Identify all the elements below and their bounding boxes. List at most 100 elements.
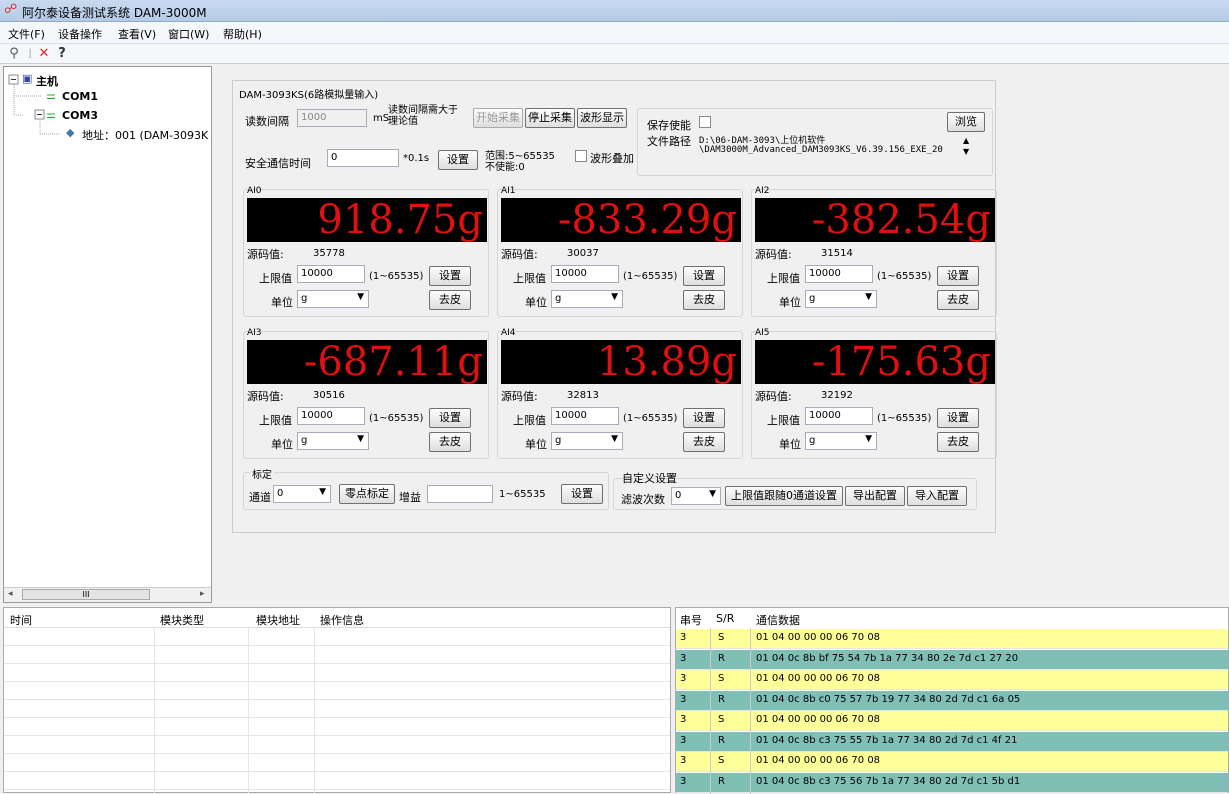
export-config-button[interactable]: 导出配置 xyxy=(845,486,905,506)
menu-device[interactable]: 设备操作 xyxy=(58,26,102,42)
comm-cell-id: 3 xyxy=(680,734,687,746)
channel-value-display: -833.29g xyxy=(501,198,741,242)
menu-help[interactable]: 帮助(H) xyxy=(223,26,262,42)
calib-channel-select[interactable]: 0 ▼ xyxy=(273,485,331,503)
log-row[interactable] xyxy=(4,772,670,790)
comm-cell-id: 3 xyxy=(680,714,687,725)
channel-name: AI1 xyxy=(501,186,516,196)
limit-set-button[interactable]: 设置 xyxy=(937,266,979,286)
log-row[interactable] xyxy=(4,682,670,700)
limit-set-button[interactable]: 设置 xyxy=(429,266,471,286)
comm-col-sr[interactable]: S/R xyxy=(716,612,734,625)
limit-input[interactable]: 10000 xyxy=(805,407,873,425)
zero-calib-button[interactable]: 零点标定 xyxy=(339,484,395,504)
scroll-left-icon[interactable]: ◂ xyxy=(8,589,13,599)
comm-cell-data: 01 04 0c 8b c0 75 57 7b 19 77 34 80 2d 7… xyxy=(756,693,1021,705)
comm-row[interactable]: 3 R 01 04 0c 8b c3 75 56 7b 1a 77 34 80 2d… xyxy=(676,772,1228,793)
limit-set-button[interactable]: 设置 xyxy=(937,408,979,428)
log-col-time[interactable]: 时间 xyxy=(10,612,32,628)
log-col-module-type[interactable]: 模块类型 xyxy=(160,612,204,628)
limit-set-button[interactable]: 设置 xyxy=(429,408,471,428)
scroll-right-icon[interactable]: ▸ xyxy=(200,589,205,599)
help-icon[interactable]: ? xyxy=(54,46,70,62)
import-config-button[interactable]: 导入配置 xyxy=(907,486,967,506)
unit-select[interactable]: g ▼ xyxy=(805,432,877,450)
comm-col-id[interactable]: 串号 xyxy=(680,612,702,628)
raw-value: 30516 xyxy=(313,390,345,401)
comm-row[interactable]: 3 S 01 04 00 00 00 06 70 08 xyxy=(676,711,1228,731)
save-enable-checkbox[interactable] xyxy=(699,116,711,128)
comm-cell-sr: S xyxy=(718,632,725,643)
raw-label: 源码值: xyxy=(755,248,792,261)
limit-input[interactable]: 10000 xyxy=(297,407,365,425)
log-row[interactable] xyxy=(4,700,670,718)
comm-row[interactable]: 3 S 01 04 00 00 00 06 70 08 xyxy=(676,670,1228,690)
unit-select[interactable]: g ▼ xyxy=(551,432,623,450)
tare-button[interactable]: 去皮 xyxy=(429,290,471,310)
limit-set-button[interactable]: 设置 xyxy=(683,408,725,428)
filter-select[interactable]: 0 ▼ xyxy=(671,487,721,505)
log-col-divider xyxy=(314,628,315,794)
tare-button[interactable]: 去皮 xyxy=(937,290,979,310)
limit-input[interactable]: 10000 xyxy=(551,407,619,425)
scroll-thumb[interactable]: III xyxy=(22,589,150,600)
wave-overlay-checkbox[interactable] xyxy=(575,150,587,162)
log-row[interactable] xyxy=(4,664,670,682)
comm-row[interactable]: 3 S 01 04 00 00 00 06 70 08 xyxy=(676,752,1228,772)
device-title: DAM-3093KS(6路模拟量输入) xyxy=(239,90,379,101)
limit-input[interactable]: 10000 xyxy=(297,265,365,283)
safe-time-set-button[interactable]: 设置 xyxy=(438,150,478,170)
tare-button[interactable]: 去皮 xyxy=(429,432,471,452)
limit-input[interactable]: 10000 xyxy=(551,265,619,283)
close-icon[interactable]: ✕ xyxy=(36,46,52,62)
comm-col-divider xyxy=(710,628,711,794)
search-icon[interactable]: ⚲ xyxy=(6,46,22,62)
calib-set-button[interactable]: 设置 xyxy=(561,484,603,504)
comm-col-data[interactable]: 通信数据 xyxy=(756,612,800,628)
tree-node-com3[interactable]: COM3 xyxy=(62,109,98,122)
app-icon: ☍ xyxy=(4,2,18,17)
unit-select[interactable]: g ▼ xyxy=(805,290,877,308)
unit-value: g xyxy=(301,293,308,304)
limit-input[interactable]: 10000 xyxy=(805,265,873,283)
path-scroll-down-icon[interactable]: ▼ xyxy=(963,147,969,156)
menu-view[interactable]: 查看(V) xyxy=(118,26,156,42)
read-interval-input[interactable]: 1000 xyxy=(297,109,367,127)
menu-window[interactable]: 窗口(W) xyxy=(168,26,209,42)
follow-ch0-button[interactable]: 上限值跟随0通道设置 xyxy=(725,486,843,506)
path-scroll-up-icon[interactable]: ▲ xyxy=(963,136,969,145)
comm-row[interactable]: 3 S 01 04 00 00 00 06 70 08 xyxy=(676,629,1228,649)
unit-label: 单位 xyxy=(525,296,547,309)
gain-input[interactable] xyxy=(427,485,493,503)
tree-lines xyxy=(8,74,60,135)
comm-row[interactable]: 3 R 01 04 0c 8b c3 75 55 7b 1a 77 34 80 2d… xyxy=(676,731,1228,752)
log-row[interactable] xyxy=(4,628,670,646)
tare-button[interactable]: 去皮 xyxy=(683,290,725,310)
log-row[interactable] xyxy=(4,646,670,664)
tree-node-address[interactable]: 地址：001 (DAM-3093K xyxy=(82,127,208,143)
log-col-module-addr[interactable]: 模块地址 xyxy=(256,612,300,628)
comm-row[interactable]: 3 R 01 04 0c 8b c0 75 57 7b 19 77 34 80 2d… xyxy=(676,690,1228,711)
unit-select[interactable]: g ▼ xyxy=(551,290,623,308)
tare-button[interactable]: 去皮 xyxy=(937,432,979,452)
tree-node-com1[interactable]: COM1 xyxy=(62,90,98,103)
unit-select[interactable]: g ▼ xyxy=(297,290,369,308)
log-row[interactable] xyxy=(4,736,670,754)
limit-set-button[interactable]: 设置 xyxy=(683,266,725,286)
comm-cell-id: 3 xyxy=(680,775,687,787)
unit-value: g xyxy=(555,293,562,304)
stop-capture-button[interactable]: 停止采集 xyxy=(525,108,575,128)
log-row[interactable] xyxy=(4,718,670,736)
tree-node-host[interactable]: 主机 xyxy=(36,73,58,89)
comm-row[interactable]: 3 R 01 04 0c 8b bf 75 54 7b 1a 77 34 80 2e… xyxy=(676,649,1228,670)
safe-time-input[interactable]: 0 xyxy=(327,149,399,167)
start-capture-button[interactable]: 开始采集 xyxy=(473,108,523,128)
log-row[interactable] xyxy=(4,754,670,772)
unit-label: 单位 xyxy=(271,296,293,309)
log-col-info[interactable]: 操作信息 xyxy=(320,612,364,628)
browse-button[interactable]: 浏览 xyxy=(947,112,985,132)
unit-select[interactable]: g ▼ xyxy=(297,432,369,450)
wave-display-button[interactable]: 波形显示 xyxy=(577,108,627,128)
tare-button[interactable]: 去皮 xyxy=(683,432,725,452)
menu-file[interactable]: 文件(F) xyxy=(8,26,45,42)
